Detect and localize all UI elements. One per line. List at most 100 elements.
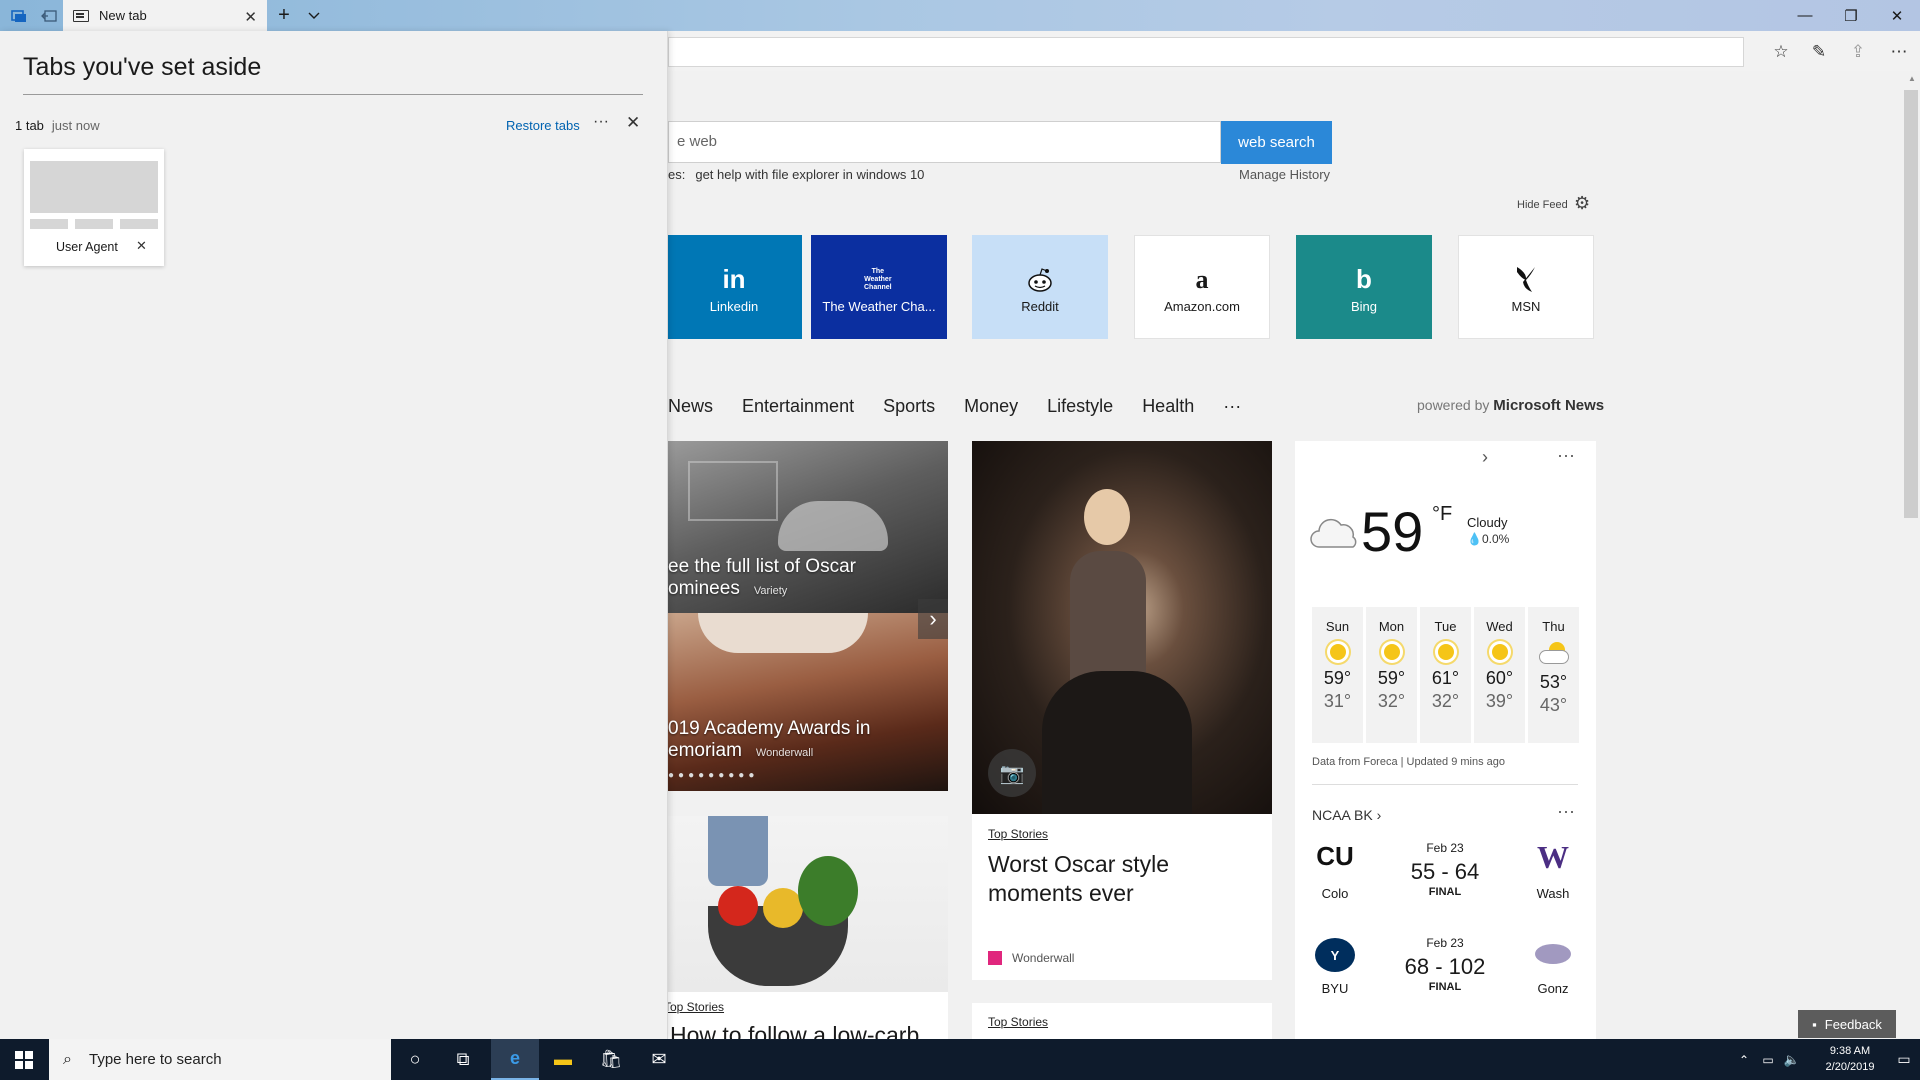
scores-header[interactable]: NCAA BK › <box>1312 807 1381 823</box>
nav-news[interactable]: News <box>668 396 713 417</box>
tile-reddit[interactable]: Reddit <box>972 235 1108 339</box>
tab-thumbnail[interactable]: User Agent ✕ <box>24 149 164 266</box>
close-window-icon[interactable]: ✕ <box>1874 0 1920 31</box>
new-tab-page: e web web search es: get help with file e… <box>668 71 1905 1039</box>
nav-money[interactable]: Money <box>964 396 1018 417</box>
forecast-day[interactable]: Thu 53° 43° <box>1528 607 1579 743</box>
cortana-icon[interactable]: ○ <box>391 1039 439 1080</box>
chevron-down-icon[interactable] <box>302 0 326 31</box>
slideshow-caption-2: 019 Academy Awards in emoriam Wonderwall <box>668 718 871 761</box>
tile-label: MSN <box>1511 298 1541 314</box>
lower-left-title[interactable]: How to follow a low-carb <box>670 1022 919 1039</box>
scroll-up-icon[interactable]: ▲ <box>1908 74 1916 83</box>
more-options-icon[interactable]: ⋯ <box>1887 40 1911 64</box>
close-icon[interactable]: ✕ <box>626 113 640 133</box>
more-options-icon[interactable]: ··· <box>593 113 609 131</box>
volume-icon[interactable]: 🔈 <box>1780 1039 1804 1080</box>
nav-entertainment[interactable]: Entertainment <box>742 396 854 417</box>
bing-icon: b <box>1356 264 1372 294</box>
weather-next-icon[interactable]: › <box>1482 447 1488 468</box>
hide-feed-link[interactable]: Hide Feed <box>1517 199 1568 211</box>
windows-start-icon[interactable] <box>0 1039 48 1080</box>
forecast-day[interactable]: Tue 61° 32° <box>1420 607 1471 743</box>
favorites-icon[interactable]: ☆ <box>1769 40 1793 64</box>
nav-sports[interactable]: Sports <box>883 396 935 417</box>
mail-icon[interactable]: ✉ <box>635 1039 683 1080</box>
slideshow-image-1[interactable]: ee the full list of Oscar ominees Variety <box>668 441 948 613</box>
trending-link[interactable]: get help with file explorer in windows 1… <box>695 167 924 182</box>
gear-icon[interactable]: ⚙ <box>1574 193 1590 214</box>
tab-title: New tab <box>99 8 147 23</box>
tile-label: Bing <box>1350 298 1378 314</box>
taskbar-search-input[interactable]: ⌕ Type here to search <box>49 1039 391 1080</box>
nav-lifestyle[interactable]: Lifestyle <box>1047 396 1113 417</box>
feedback-button[interactable]: ▪ Feedback <box>1798 1010 1896 1038</box>
task-view-icon[interactable]: ⧉ <box>439 1039 487 1080</box>
close-tab-icon[interactable]: ✕ <box>244 8 257 26</box>
lower-mid-tag[interactable]: Top Stories <box>988 1015 1048 1029</box>
tile-bing[interactable]: b Bing <box>1296 235 1432 339</box>
scores-more-icon[interactable]: ··· <box>1557 801 1575 822</box>
feature-source: Wonderwall <box>988 951 1074 965</box>
store-icon[interactable]: 🛍 <box>587 1039 635 1080</box>
weather-condition: Cloudy <box>1467 515 1508 530</box>
slideshow-next-arrow-icon[interactable]: › <box>918 599 948 639</box>
raindrop-icon: 💧 <box>1467 532 1482 546</box>
forecast-day[interactable]: Wed 60° 39° <box>1474 607 1525 743</box>
linkedin-icon: in <box>722 264 746 294</box>
minimize-icon[interactable]: — <box>1782 0 1828 31</box>
tile-linkedin[interactable]: in Linkedin <box>668 235 802 339</box>
taskbar: ⌕ Type here to search ○ ⧉ e ▬ 🛍 ✉ ⌃ ▭ 🔈 … <box>0 1039 1920 1080</box>
network-icon[interactable]: ▭ <box>1756 1039 1780 1080</box>
forecast-day[interactable]: Sun 59° 31° <box>1312 607 1363 743</box>
feature-card[interactable]: 📷 Top Stories Worst Oscar style moments … <box>972 441 1272 980</box>
tile-amazon[interactable]: a Amazon.com <box>1134 235 1270 339</box>
pen-notes-icon[interactable]: ✎ <box>1807 40 1831 64</box>
set-aside-tabs-icon[interactable] <box>36 0 62 31</box>
restore-window-icon[interactable]: ❐ <box>1828 0 1874 31</box>
share-icon[interactable]: ⇪ <box>1846 40 1870 64</box>
tab-new-tab[interactable]: New tab ✕ <box>63 0 267 31</box>
title-bar: New tab ✕ + — ❐ ✕ <box>0 0 1920 31</box>
feature-title[interactable]: Worst Oscar style moments ever <box>988 850 1258 908</box>
lower-left-card[interactable]: Top Stories How to follow a low-carb <box>668 816 948 1039</box>
colorado-logo-icon: CU <box>1316 841 1354 871</box>
new-tab-plus-icon[interactable]: + <box>272 0 296 31</box>
panel-title: Tabs you've set aside <box>23 53 262 81</box>
remove-tab-icon[interactable]: ✕ <box>136 238 147 254</box>
tray-chevron-icon[interactable]: ⌃ <box>1732 1039 1756 1080</box>
tile-weather-channel[interactable]: The Weather Channel The Weather Cha... <box>811 235 947 339</box>
tile-label: Linkedin <box>709 298 759 314</box>
scrollbar-thumb[interactable] <box>1904 90 1918 518</box>
restore-tabs-link[interactable]: Restore tabs <box>506 118 580 133</box>
weather-more-icon[interactable]: ··· <box>1557 445 1575 466</box>
nav-more[interactable]: ··· <box>1223 396 1241 417</box>
forecast-day[interactable]: Mon 59° 32° <box>1366 607 1417 743</box>
slideshow-dots[interactable]: ●●●●●●●●● <box>668 770 758 781</box>
weather-channel-icon: The Weather Channel <box>864 267 892 291</box>
manage-history-link[interactable]: Manage History <box>1239 167 1330 182</box>
team-away: Gonz <box>1537 981 1569 996</box>
cloud-icon <box>1309 515 1361 556</box>
lower-mid-card[interactable]: Top Stories <box>972 1003 1272 1039</box>
feature-tag[interactable]: Top Stories <box>988 827 1048 841</box>
notifications-icon[interactable]: ▭ <box>1888 1039 1920 1080</box>
divider <box>23 94 643 95</box>
address-bar[interactable] <box>668 37 1744 67</box>
slideshow-image-2[interactable]: 019 Academy Awards in emoriam Wonderwall … <box>668 613 948 791</box>
nav-health[interactable]: Health <box>1142 396 1194 417</box>
set-time: just now <box>51 118 100 133</box>
new-tab-page-icon <box>73 9 89 22</box>
file-explorer-icon[interactable]: ▬ <box>539 1039 587 1080</box>
slideshow-caption-1: ee the full list of Oscar ominees Variety <box>668 556 856 599</box>
edge-browser-icon[interactable]: e <box>491 1039 539 1080</box>
tile-msn[interactable]: MSN <box>1458 235 1594 339</box>
lower-left-tag[interactable]: Top Stories <box>668 1000 724 1014</box>
current-temp: 59 <box>1361 500 1424 563</box>
wonderwall-logo-icon <box>988 951 1002 965</box>
game-status: FINAL <box>1428 886 1462 898</box>
tab-preview-icon[interactable] <box>4 0 34 31</box>
clock[interactable]: 9:38 AM 2/20/2019 <box>1812 1043 1888 1075</box>
web-search-button[interactable]: web search <box>1221 121 1332 164</box>
web-search-input[interactable]: e web <box>668 121 1221 163</box>
